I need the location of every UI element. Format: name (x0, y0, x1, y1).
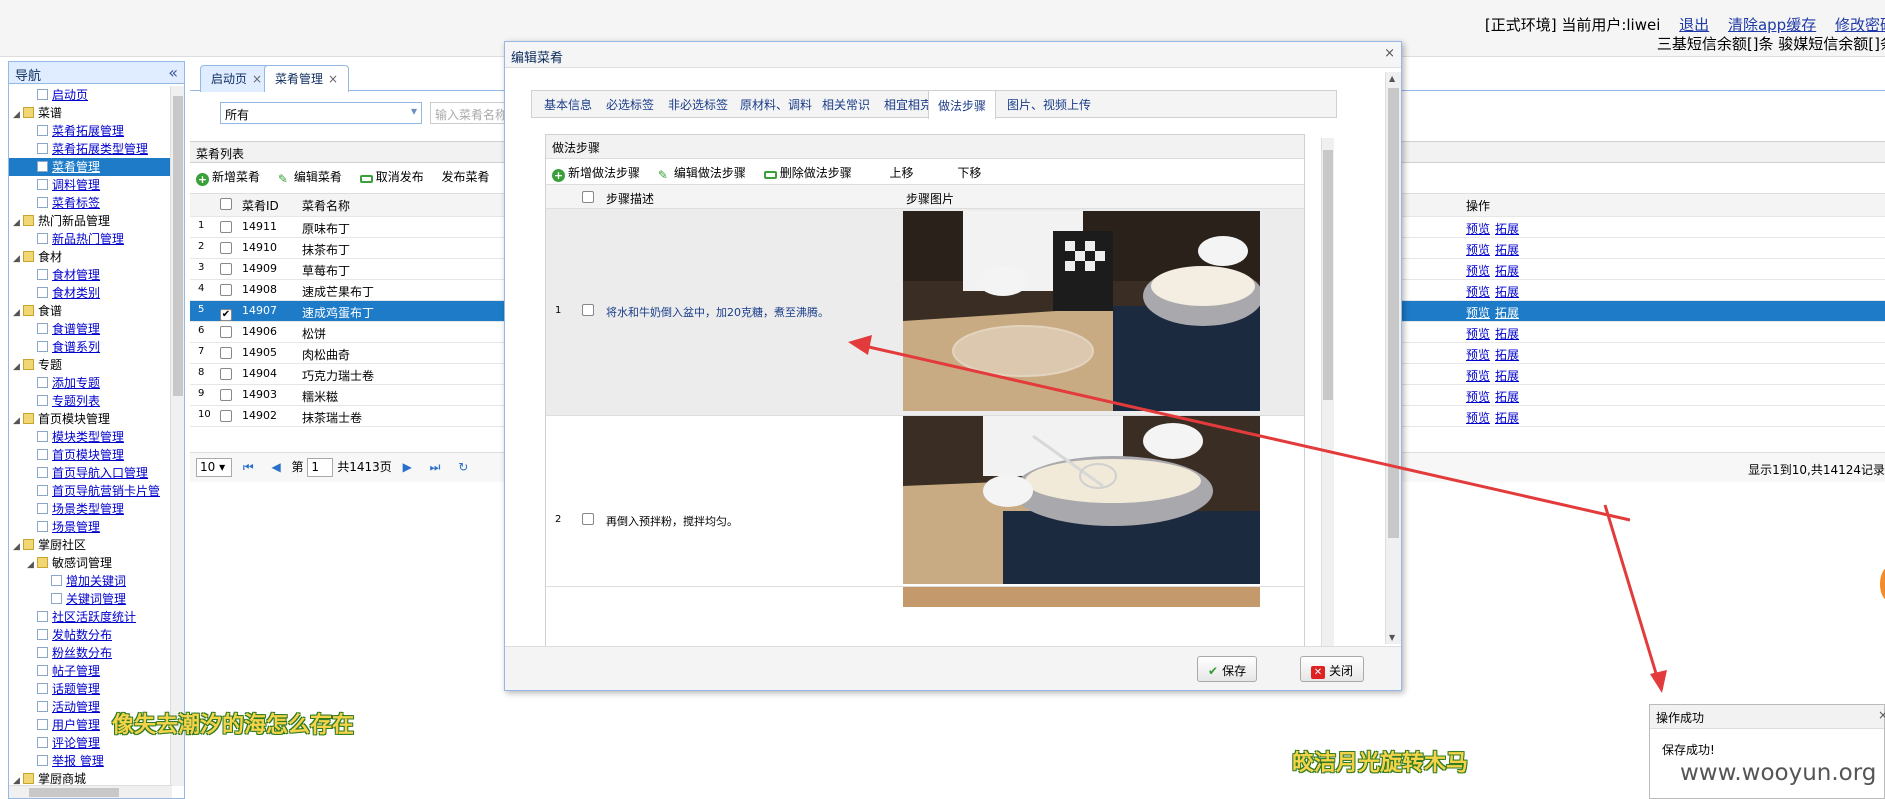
arrow-head-icon (1650, 670, 1667, 693)
arrow-line-to-toast (1603, 504, 1660, 681)
arrow-head-icon (848, 335, 872, 355)
annotation-arrows (848, 335, 1667, 693)
arrow-line-to-step (859, 343, 1631, 522)
